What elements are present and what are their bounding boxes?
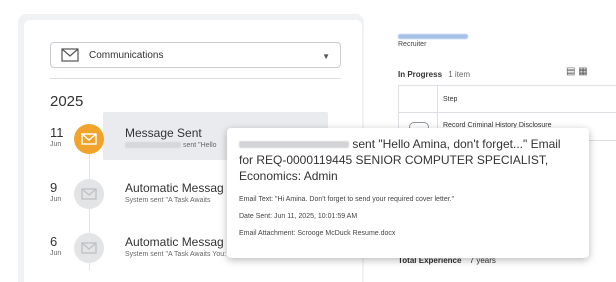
- event-day: 9: [50, 180, 58, 195]
- automatic-message-icon[interactable]: [74, 233, 104, 263]
- event-date: 11 Jun: [50, 126, 74, 149]
- event-month: Jun: [50, 141, 62, 148]
- in-progress-count: 1 item: [448, 70, 471, 79]
- redacted-name: [398, 34, 468, 40]
- table-divider: [399, 112, 616, 113]
- envelope-icon: [61, 48, 79, 62]
- filter-select-label: Communications: [89, 49, 164, 61]
- table-tools: ▤ ▦: [566, 66, 588, 77]
- event-title[interactable]: Message Sent: [125, 126, 202, 140]
- tooltip-date-sent: Date Sent: Jun 11, 2025, 10:01:59 AM: [239, 213, 358, 220]
- divider: [50, 78, 341, 79]
- tooltip-email-text: Email Text: "Hi Amina. Don't forget to s…: [239, 196, 455, 203]
- year-heading: 2025: [50, 93, 84, 110]
- automatic-message-icon[interactable]: [74, 179, 104, 209]
- redacted-name: [125, 142, 181, 149]
- event-details-tooltip: sent "Hello Amina, don't forget..." Emai…: [227, 128, 589, 258]
- event-month: Jun: [50, 196, 62, 203]
- recruiter-role: Recruiter: [398, 41, 427, 48]
- event-title[interactable]: Automatic Messag: [125, 181, 224, 195]
- event-subtitle-text: sent "Hello: [182, 142, 217, 149]
- event-subtitle: sent "Hello: [125, 142, 217, 149]
- export-excel-icon[interactable]: ▤: [566, 66, 575, 77]
- envelope-icon: [81, 242, 97, 254]
- event-date: 6 Jun: [50, 235, 74, 258]
- table-view-icon[interactable]: ▦: [578, 66, 587, 77]
- event-subtitle: System sent "A Task Awaits: [125, 197, 211, 204]
- message-sent-icon[interactable]: [74, 124, 104, 154]
- event-date: 9 Jun: [50, 181, 74, 204]
- chevron-down-icon: ▼: [322, 52, 330, 61]
- tooltip-attachment: Email Attachment: Scrooge McDuck Resume.…: [239, 230, 396, 237]
- redacted-name: [239, 141, 349, 149]
- in-progress-header: In Progress 1 item: [398, 70, 470, 79]
- table-header-step: Step: [443, 96, 458, 103]
- event-day: 6: [50, 234, 58, 249]
- event-month: Jun: [50, 250, 62, 257]
- event-day: 11: [50, 125, 64, 140]
- in-progress-label: In Progress: [398, 70, 443, 79]
- tooltip-headline: sent "Hello Amina, don't forget..." Emai…: [239, 136, 577, 184]
- envelope-icon: [81, 188, 97, 200]
- envelope-icon: [81, 133, 97, 145]
- event-title[interactable]: Automatic Messag: [125, 235, 224, 249]
- communications-filter-select[interactable]: Communications ▼: [50, 42, 341, 68]
